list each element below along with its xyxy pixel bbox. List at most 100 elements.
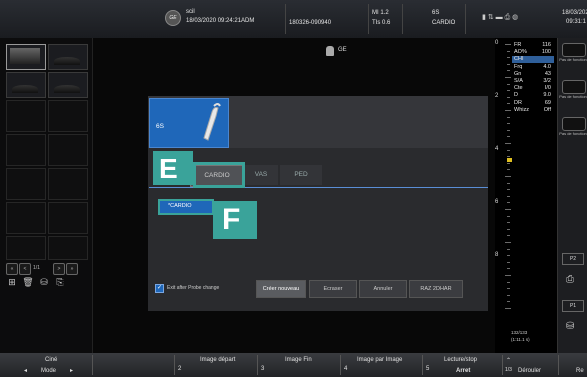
create-new-button[interactable]: Créer nouveau bbox=[256, 280, 306, 298]
thumbnail-4[interactable] bbox=[48, 72, 88, 98]
tab-ped[interactable]: PED bbox=[280, 165, 322, 185]
probe-marker-icon bbox=[326, 46, 334, 56]
depth-tick bbox=[507, 50, 510, 52]
store-icon[interactable]: ⛁ bbox=[566, 321, 574, 332]
tis-index: TIs 0.6 bbox=[372, 20, 391, 26]
play-stop-softkey[interactable]: Lecture/stop bbox=[444, 357, 477, 363]
depth-tick bbox=[507, 222, 510, 224]
printer-icon: ⎙ bbox=[504, 14, 511, 21]
depth-tick bbox=[507, 195, 510, 197]
depth-tick bbox=[505, 308, 511, 309]
probe-transducer-icon bbox=[203, 103, 221, 141]
thumbnail-slot bbox=[48, 168, 88, 200]
exit-after-probe-change-label: Exit after Probe change bbox=[167, 285, 220, 291]
frame-by-frame-softkey[interactable]: Image par Image bbox=[357, 357, 402, 363]
thumbnail-3[interactable] bbox=[6, 72, 46, 98]
next-page-button[interactable]: > bbox=[53, 263, 65, 275]
preset-cardio[interactable]: *CARDIO bbox=[158, 199, 214, 215]
depth-tick bbox=[507, 63, 510, 65]
param-label: DR bbox=[514, 99, 522, 106]
depth-tick bbox=[507, 96, 510, 98]
depth-label-8: 8 bbox=[495, 252, 499, 258]
tab-vas[interactable]: VAS bbox=[244, 165, 278, 185]
grid-view-icon[interactable]: ⊞ bbox=[6, 277, 18, 287]
depth-tick bbox=[507, 129, 510, 131]
first-page-button[interactable]: « bbox=[6, 263, 18, 275]
function-button-3[interactable] bbox=[562, 117, 586, 131]
depth-tick bbox=[507, 57, 510, 59]
depth-tick bbox=[507, 116, 510, 118]
save-icon[interactable]: ⛁ bbox=[38, 277, 50, 287]
depth-tick bbox=[507, 255, 510, 257]
softkey-page: 1/3 bbox=[505, 367, 512, 373]
prev-page-button[interactable]: < bbox=[19, 263, 31, 275]
thumbnail-1[interactable] bbox=[6, 44, 46, 70]
depth-tick bbox=[507, 70, 510, 72]
exit-after-probe-change-checkbox[interactable]: ✓ bbox=[155, 284, 164, 293]
depth-tick bbox=[505, 209, 511, 210]
delete-icon[interactable]: 🗑 bbox=[22, 277, 34, 287]
depth-tick bbox=[505, 77, 511, 78]
param-label: Cte bbox=[514, 85, 523, 92]
overwrite-button[interactable]: Ecraser bbox=[309, 280, 357, 298]
callout-f: F bbox=[213, 201, 257, 239]
probe-label: 6S bbox=[432, 10, 440, 16]
mode-left-arrow[interactable]: ◂ bbox=[24, 367, 27, 374]
patient-name: scil bbox=[186, 9, 195, 15]
param-label: Gn bbox=[514, 70, 522, 77]
param-value: I/0 bbox=[544, 85, 551, 92]
scroll-softkey[interactable]: Dérouler bbox=[518, 368, 541, 374]
mode-right-arrow[interactable]: ▸ bbox=[70, 367, 73, 374]
probe-card-6s[interactable]: 6S bbox=[149, 98, 229, 148]
softkey-2-number: 2 bbox=[178, 366, 182, 372]
depth-tick bbox=[505, 275, 511, 276]
image-end-softkey[interactable]: Image Fin bbox=[285, 357, 312, 363]
param-value: 116 bbox=[542, 42, 551, 48]
depth-tick bbox=[507, 162, 510, 164]
thumbnail-slot bbox=[6, 100, 46, 132]
depth-tick bbox=[507, 182, 510, 184]
param-value: 4.0 bbox=[543, 63, 551, 70]
callout-e: E bbox=[153, 151, 193, 185]
mode-selector[interactable]: Mode bbox=[41, 368, 56, 374]
p1-button[interactable]: P1 bbox=[562, 300, 584, 312]
function-label-2: Pas de fonction bbox=[559, 94, 587, 99]
cancel-button[interactable]: Annuler bbox=[359, 280, 407, 298]
thumbnail-slot bbox=[48, 236, 88, 260]
function-button-1[interactable] bbox=[562, 43, 586, 57]
param-value: 69 bbox=[544, 99, 551, 106]
param-label: FR bbox=[514, 42, 522, 48]
thumbnail-slot bbox=[6, 134, 46, 166]
depth-tick bbox=[507, 189, 510, 191]
function-button-2[interactable] bbox=[562, 80, 586, 94]
depth-tick bbox=[507, 294, 510, 296]
thumbnail-2[interactable] bbox=[48, 44, 88, 70]
param-value: 3/2 bbox=[543, 78, 551, 84]
image-start-softkey[interactable]: Image départ bbox=[200, 357, 235, 363]
param-label: Whizz bbox=[514, 106, 529, 113]
function-label-1: Pas de fonction bbox=[559, 57, 587, 62]
param-value: 9.0 bbox=[543, 92, 551, 99]
reset-2dhar-button[interactable]: RAZ 2DHAR bbox=[409, 280, 463, 298]
export-icon[interactable]: ⎘ bbox=[54, 277, 66, 287]
param-value: 43 bbox=[544, 70, 551, 77]
callout-e-frame bbox=[193, 162, 245, 188]
application-label: CARDIO bbox=[432, 20, 456, 26]
param-label: Frq bbox=[514, 63, 523, 70]
thumbnail-slot bbox=[48, 202, 88, 234]
scroll-up-arrow[interactable]: ⌃ bbox=[506, 357, 511, 364]
depth-label-0: 0 bbox=[495, 40, 499, 46]
print-icon[interactable]: ⎙ bbox=[566, 274, 574, 285]
depth-tick bbox=[505, 176, 511, 177]
battery-icon: ▬ bbox=[495, 14, 503, 21]
signal-icon: ▮ bbox=[482, 14, 486, 21]
right-softkey-label[interactable]: Re bbox=[576, 368, 584, 374]
last-page-button[interactable]: » bbox=[66, 263, 78, 275]
clock-date: 18/03/2020 bbox=[562, 10, 587, 16]
top-status-bar: GE scil 18/03/2020 09:24:21ADM 180326-09… bbox=[0, 0, 587, 38]
thumbnail-slot bbox=[6, 168, 46, 200]
depth-label-2: 2 bbox=[495, 93, 499, 99]
thumbnail-panel: « < 1/1 > » ⊞ 🗑 ⛁ ⎘ bbox=[0, 38, 93, 353]
p2-button[interactable]: P2 bbox=[562, 253, 584, 265]
thumbnail-slot bbox=[48, 100, 88, 132]
